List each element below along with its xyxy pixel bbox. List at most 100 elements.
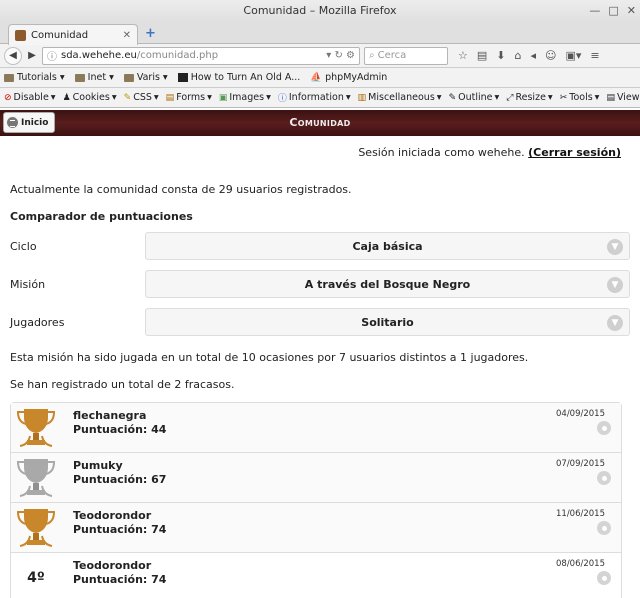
- css-icon: ✎: [123, 92, 132, 103]
- new-tab-icon[interactable]: +: [145, 26, 156, 41]
- search-input[interactable]: ⌕ Cerca: [364, 46, 448, 65]
- mision-label: Misión: [10, 277, 46, 291]
- chevron-down-icon: ▼: [607, 239, 623, 255]
- menu-icon[interactable]: ≡: [590, 49, 599, 62]
- php-icon: ⛵: [310, 72, 323, 83]
- ranking-score: Puntuación: 74: [73, 573, 167, 586]
- bookmark-label: How to Turn An Old A...: [190, 72, 301, 83]
- bronze-trophy-icon: [11, 503, 61, 552]
- eye-icon[interactable]: [597, 521, 611, 535]
- devtool-information[interactable]: ⓘ Information ▾: [278, 91, 351, 104]
- session-text: Sesión iniciada como wehehe.: [358, 146, 525, 159]
- ranking-place: 4º: [27, 569, 45, 586]
- search-placeholder: Cerca: [377, 50, 407, 61]
- list-item[interactable]: 4º Teodorondor Puntuación: 74 08/06/2015: [11, 553, 621, 598]
- main-content: Sesión iniciada como wehehe. (Cerrar ses…: [0, 146, 640, 598]
- site-header: Inicio Comunidad: [0, 110, 640, 136]
- ciclo-select[interactable]: Caja básica ▼: [145, 232, 630, 260]
- bookmark-label: Inet: [87, 72, 107, 83]
- web-page: Inicio Comunidad Sesión iniciada como we…: [0, 110, 640, 598]
- tab-close-icon[interactable]: ✕: [123, 30, 131, 41]
- ciclo-value: Caja básica: [352, 239, 423, 253]
- download-icon[interactable]: ⬇: [496, 49, 505, 62]
- disable-icon: ⊘: [4, 92, 12, 103]
- bookmark-phpmyadmin[interactable]: ⛵ phpMyAdmin: [310, 72, 387, 83]
- tab-comunidad[interactable]: Comunidad ✕: [8, 24, 138, 45]
- bookmark-tutorials[interactable]: Tutorials ▾: [4, 72, 65, 83]
- eye-icon[interactable]: [597, 571, 611, 585]
- devtool-css[interactable]: ✎ CSS ▾: [124, 92, 159, 103]
- mision-value: A través del Bosque Negro: [304, 277, 471, 291]
- bookmark-how-to[interactable]: How to Turn An Old A...: [177, 72, 301, 83]
- eye-icon[interactable]: [597, 471, 611, 485]
- devtool-label: Tools: [569, 92, 593, 103]
- devtool-cookies[interactable]: ♟ Cookies ▾: [63, 92, 117, 103]
- home-icon[interactable]: ⌂: [515, 49, 522, 62]
- jugadores-label: Jugadores: [10, 315, 65, 329]
- devtool-forms[interactable]: ▤ Forms ▾: [166, 92, 212, 103]
- devtool-label: Cookies: [72, 92, 110, 103]
- back-icon[interactable]: ◀: [4, 46, 22, 65]
- navigation-bar: ◀ ▶ ⓘ sda.wehehe.eu/comunidad.php ▾ ↻ ⚙ …: [0, 44, 640, 68]
- dropdown-icon[interactable]: ▾: [326, 50, 331, 61]
- window-titlebar: Comunidad – Mozilla Firefox — □ ✕: [0, 0, 640, 22]
- reading-list-icon[interactable]: ▤: [477, 49, 487, 62]
- ranking-username: Teodorondor: [73, 559, 152, 572]
- devtool-label: CSS: [133, 92, 152, 103]
- chat-icon[interactable]: ☺: [545, 49, 556, 62]
- comparator-heading: Comparador de puntuaciones: [10, 210, 193, 223]
- jugadores-select[interactable]: Solitario ▼: [145, 308, 630, 336]
- ranking-username: flechanegra: [73, 409, 147, 422]
- devtool-images[interactable]: ▣ Images ▾: [219, 92, 271, 103]
- maximize-icon[interactable]: □: [608, 0, 618, 22]
- folder-icon: [4, 73, 14, 82]
- devtool-outline[interactable]: ✎ Outline ▾: [449, 92, 500, 103]
- bookmarks-toolbar: Tutorials ▾ Inet ▾ Varis ▾ How to Turn An O…: [0, 68, 640, 88]
- view-source-icon: ▤: [606, 92, 615, 103]
- bookmark-varis[interactable]: Varis ▾: [123, 72, 168, 83]
- bookmark-star-icon[interactable]: ☆: [458, 49, 468, 62]
- chevron-down-icon: ▼: [607, 315, 623, 331]
- bookmark-label: Tutorials: [17, 72, 57, 83]
- devtool-miscellaneous[interactable]: ▥ Miscellaneous ▾: [358, 92, 442, 103]
- window-controls: — □ ✕: [589, 0, 636, 22]
- addon-icon[interactable]: ⚙: [346, 50, 355, 61]
- devtool-disable[interactable]: ⊘ Disable ▾: [4, 92, 56, 103]
- toolbar-icons: ☆ ▤ ⬇ ⌂ ◂ ☺ ▣▾ ≡: [458, 49, 600, 62]
- filter-mision: Misión A través del Bosque Negro ▼: [10, 269, 630, 299]
- eye-icon[interactable]: [597, 421, 611, 435]
- reload-icon[interactable]: ↻: [334, 50, 342, 61]
- devtool-resize[interactable]: ⤢ Resize ▾: [506, 92, 552, 103]
- list-item[interactable]: flechanegra Puntuación: 44 04/09/2015: [11, 403, 621, 453]
- failures-text: Se han registrado un total de 2 fracasos…: [10, 378, 235, 391]
- url-controls: ▾ ↻ ⚙: [326, 50, 355, 61]
- list-item[interactable]: Teodorondor Puntuación: 74 11/06/2015: [11, 503, 621, 553]
- mision-select[interactable]: A través del Bosque Negro ▼: [145, 270, 630, 298]
- gold-trophy-icon: [11, 403, 61, 452]
- devtool-label: Disable: [13, 92, 49, 103]
- close-icon[interactable]: ✕: [627, 0, 636, 22]
- ciclo-label: Ciclo: [10, 239, 37, 253]
- bookmark-inet[interactable]: Inet ▾: [74, 72, 114, 83]
- logout-link[interactable]: (Cerrar sesión): [528, 146, 621, 159]
- list-item[interactable]: Pumuky Puntuación: 67 07/09/2015: [11, 453, 621, 503]
- window-title: Comunidad – Mozilla Firefox: [243, 4, 397, 17]
- forward-icon[interactable]: ▶: [26, 47, 38, 65]
- bookmark-label: Varis: [136, 72, 160, 83]
- info-icon[interactable]: ⓘ: [47, 48, 57, 63]
- tools-icon: ✂: [559, 92, 568, 103]
- page-title: Comunidad: [289, 116, 351, 129]
- minimize-icon[interactable]: —: [589, 0, 600, 22]
- ranking-date: 11/06/2015: [556, 509, 605, 519]
- pocket-icon[interactable]: ◂: [530, 49, 536, 62]
- folder-icon: [123, 73, 134, 82]
- ranking-username: Teodorondor: [73, 509, 152, 522]
- ranking-score: Puntuación: 74: [73, 523, 167, 536]
- home-button[interactable]: Inicio: [3, 112, 55, 133]
- home-button-label: Inicio: [21, 117, 49, 128]
- extension-icon[interactable]: ▣▾: [565, 49, 581, 62]
- devtool-tools[interactable]: ✂ Tools ▾: [560, 92, 600, 103]
- url-bar[interactable]: ⓘ sda.wehehe.eu/comunidad.php ▾ ↻ ⚙: [42, 46, 360, 65]
- cookies-icon: ♟: [62, 92, 71, 103]
- devtool-view-source[interactable]: ▤View So: [606, 92, 640, 103]
